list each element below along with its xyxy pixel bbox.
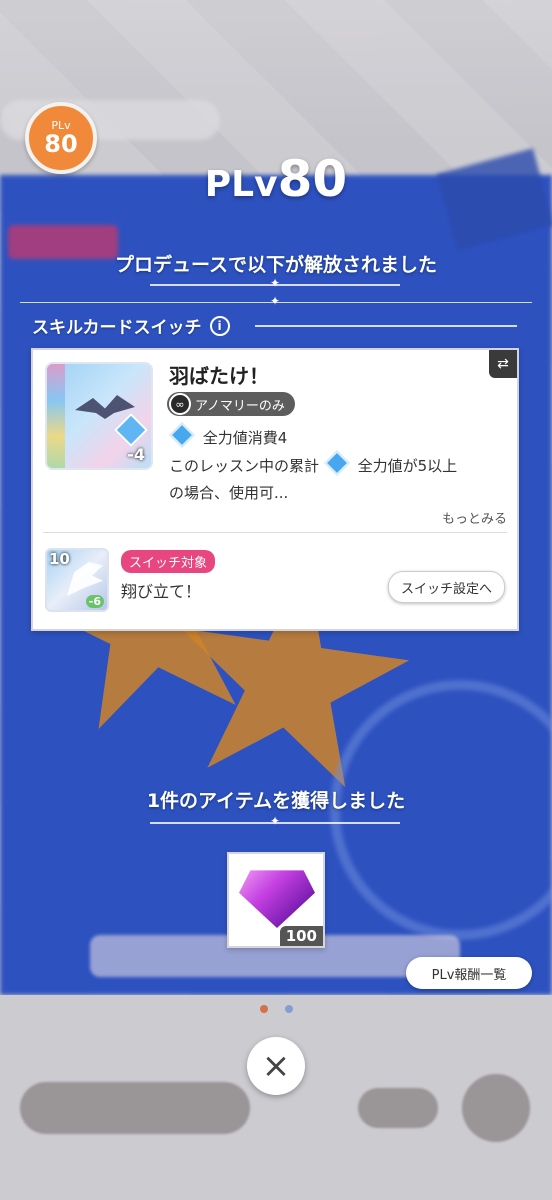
- card-effect-2b-text: 全力値が5以上: [357, 457, 458, 475]
- card-effect-2a-text: このレッスン中の累計: [169, 457, 320, 475]
- info-icon[interactable]: i: [209, 315, 230, 336]
- card-effect-1-text: 全力値消費4: [202, 429, 288, 447]
- level-prefix: PLv: [204, 164, 278, 205]
- switch-card-level: 10: [49, 550, 70, 568]
- acquired-item[interactable]: 100: [227, 852, 325, 948]
- swap-icon[interactable]: ⇄: [489, 350, 517, 378]
- card-cost: -4: [127, 445, 145, 464]
- switch-target-tag: スイッチ対象: [121, 550, 216, 573]
- close-icon: ×: [261, 1046, 291, 1086]
- switch-settings-button[interactable]: スイッチ設定へ: [387, 571, 505, 603]
- items-acquired-title: 1件のアイテムを獲得しました: [146, 790, 406, 812]
- skill-card-panel: ⇄ -4 羽ばたけ！ ∞ アノマリーのみ 全力値消費4 このレッスン中の累計 全…: [31, 348, 519, 631]
- sparkle-icon: ✦: [270, 814, 281, 828]
- section-divider: [255, 325, 517, 327]
- switch-target-name: 翔び立て！: [121, 582, 202, 601]
- separator: [43, 532, 507, 533]
- jewel-icon: [239, 870, 315, 928]
- unlock-message: プロデュースで以下が解放されました: [114, 254, 438, 276]
- skill-card-image[interactable]: -4: [45, 362, 153, 470]
- section-title: スキルカードスイッチ: [32, 318, 202, 338]
- plv-reward-list-button[interactable]: PLv報酬一覧: [406, 957, 532, 989]
- sparkle-icon: ✦: [270, 276, 281, 290]
- level-title: PLv80: [0, 150, 552, 208]
- more-link[interactable]: もっとみる: [442, 508, 507, 527]
- anomaly-tag-label: アノマリーのみ: [195, 398, 285, 414]
- anomaly-icon: ∞: [169, 393, 191, 415]
- section-header: スキルカードスイッチ i: [32, 313, 230, 338]
- card-name: 羽ばたけ！: [169, 364, 269, 388]
- switch-card-cost: -6: [85, 595, 104, 608]
- sparkle-icon: ✦: [270, 294, 281, 308]
- card-effect-1: 全力値消費4: [169, 422, 288, 448]
- level-value: 80: [277, 150, 348, 208]
- plv-badge-label: PLv: [51, 118, 71, 132]
- switch-target-card-image[interactable]: 10 -6: [45, 548, 109, 612]
- full-power-gem-icon: [169, 422, 195, 448]
- card-effect-3: の場合、使用可...: [169, 484, 289, 502]
- card-effect-2: このレッスン中の累計 全力値が5以上: [169, 450, 458, 476]
- close-button[interactable]: ×: [247, 1037, 305, 1095]
- anomaly-only-tag: ∞ アノマリーのみ: [167, 392, 295, 416]
- full-power-gem-icon: [324, 450, 350, 476]
- item-quantity: 100: [279, 926, 323, 946]
